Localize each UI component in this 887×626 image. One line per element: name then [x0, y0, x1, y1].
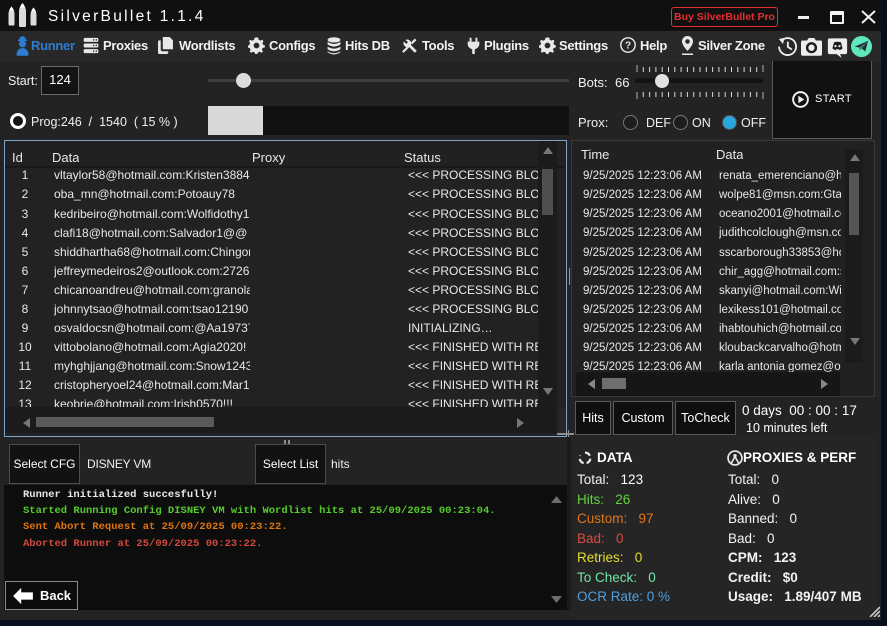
svg-text:?: ?: [625, 41, 631, 52]
